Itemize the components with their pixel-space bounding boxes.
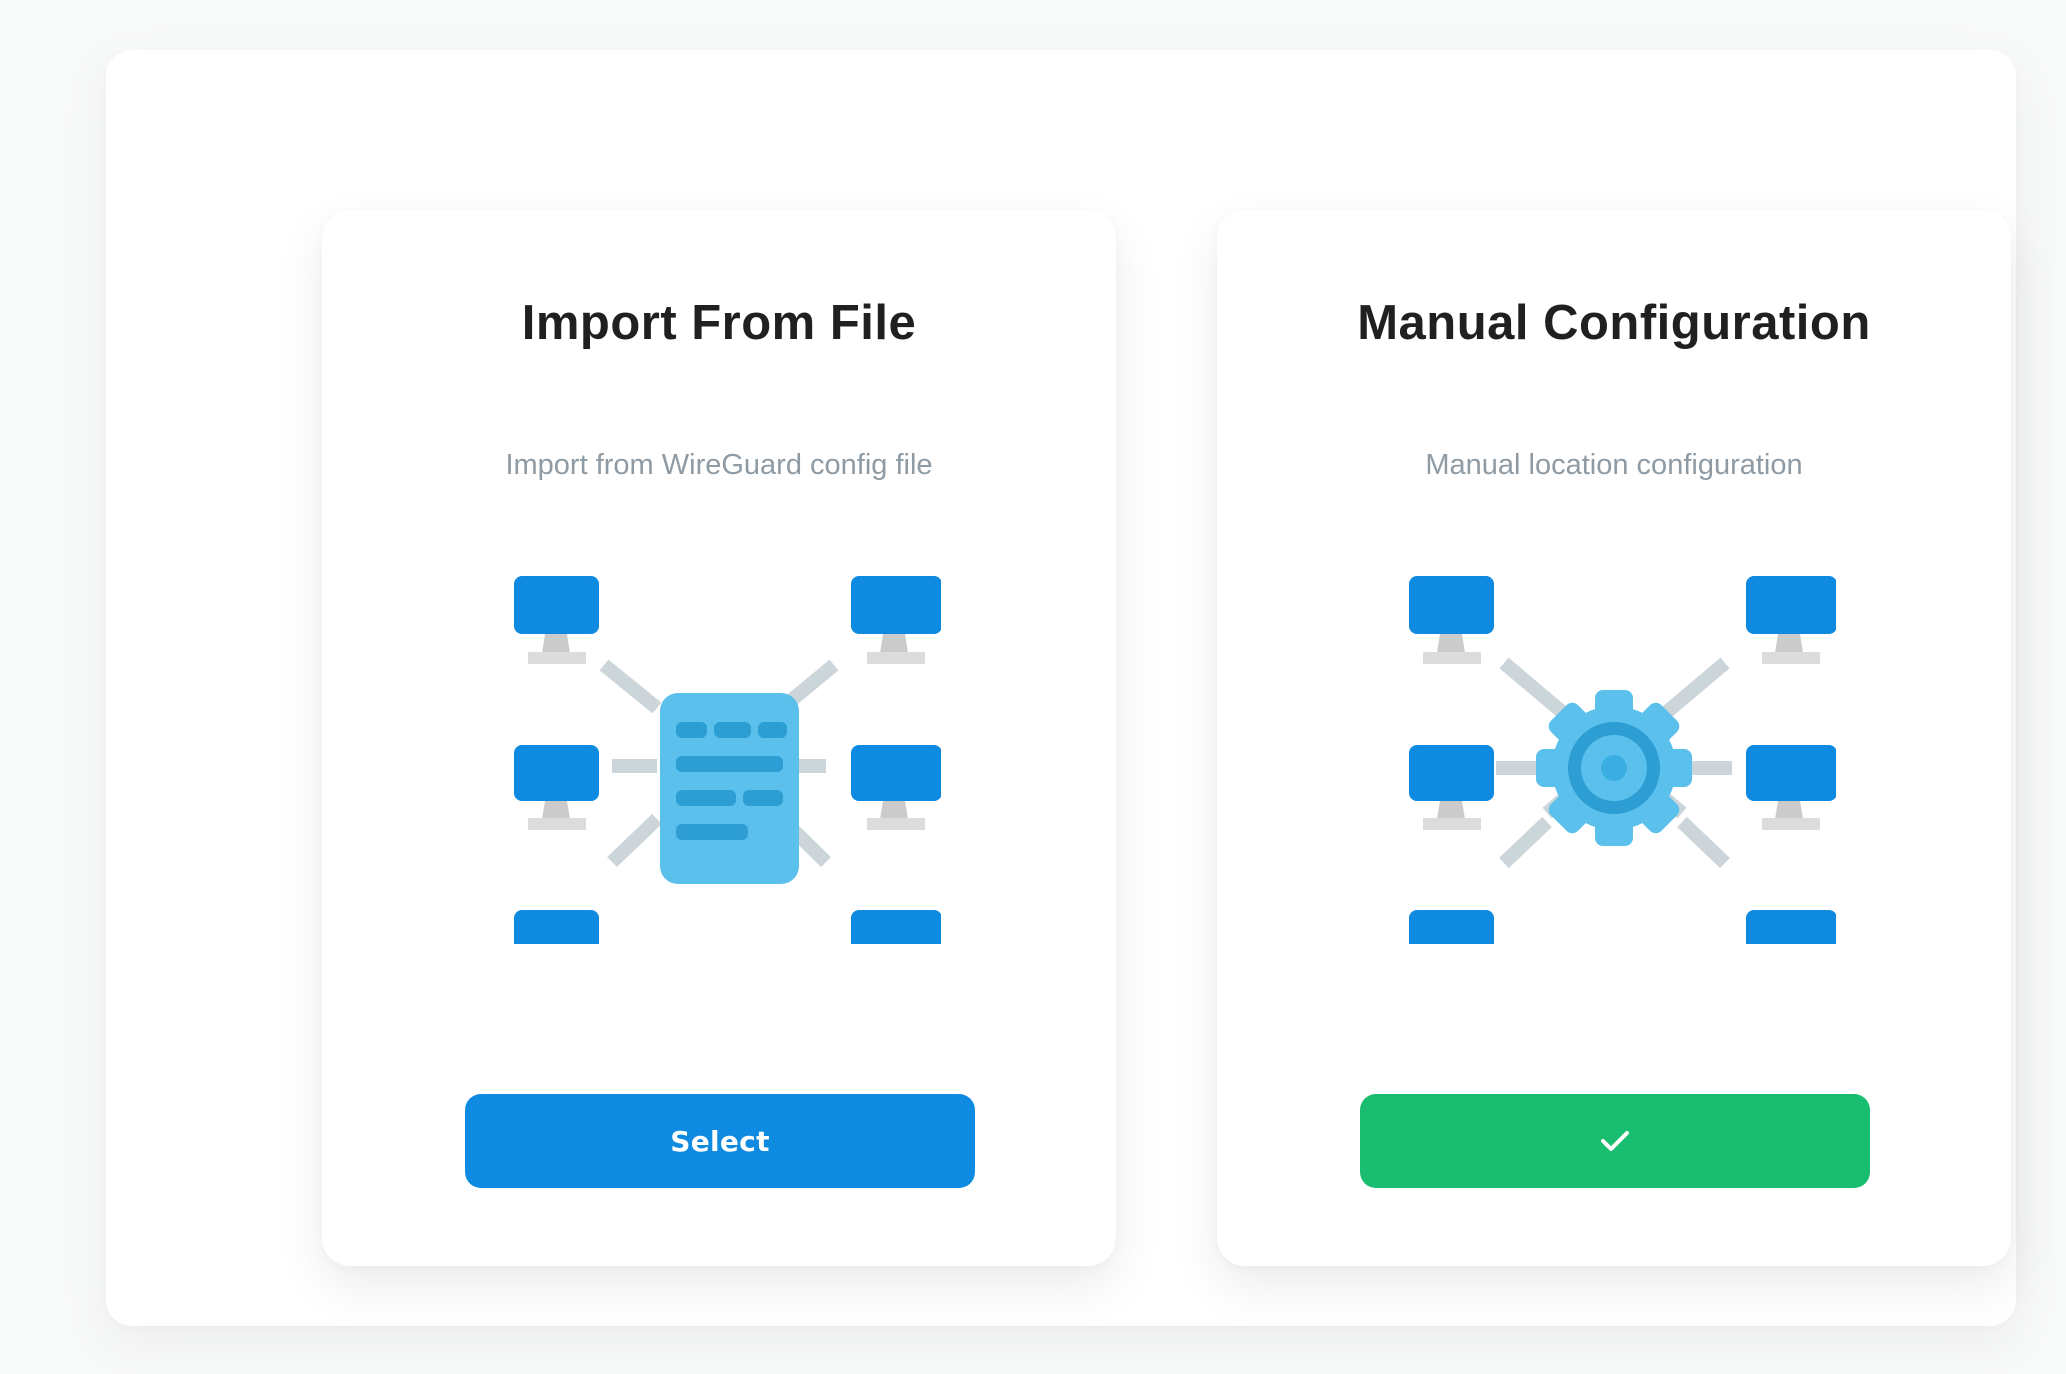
monitor-icon [1746, 910, 1836, 944]
card-description: Manual location configuration [1425, 449, 1803, 481]
monitor-icon [1409, 576, 1494, 664]
card-title: Import From File [521, 296, 917, 350]
card-title: Manual Configuration [1357, 296, 1871, 350]
monitor-icon [514, 576, 599, 664]
monitor-icon [514, 910, 599, 944]
select-button[interactable]: Select [465, 1094, 975, 1188]
checkmark-icon [1601, 1131, 1629, 1151]
monitor-icon [1409, 910, 1494, 944]
monitor-icon [1746, 745, 1836, 830]
gear-icon [1536, 690, 1692, 846]
config-file-icon [660, 693, 799, 884]
monitor-icon [1409, 745, 1494, 830]
monitor-icon [514, 745, 599, 830]
gear-network-illustration [1392, 560, 1836, 944]
options-panel: Import From File Import from WireGuard c… [106, 50, 2016, 1326]
monitor-icon [1746, 576, 1836, 664]
monitor-icon [851, 745, 941, 830]
config-file-network-illustration [497, 560, 941, 944]
card-description: Import from WireGuard config file [505, 449, 933, 481]
monitor-icon [851, 910, 941, 944]
import-from-file-card: Import From File Import from WireGuard c… [322, 210, 1116, 1266]
manual-configuration-card: Manual Configuration Manual location con… [1217, 210, 2011, 1266]
selected-confirm-button[interactable] [1360, 1094, 1870, 1188]
monitor-icon [851, 576, 941, 664]
